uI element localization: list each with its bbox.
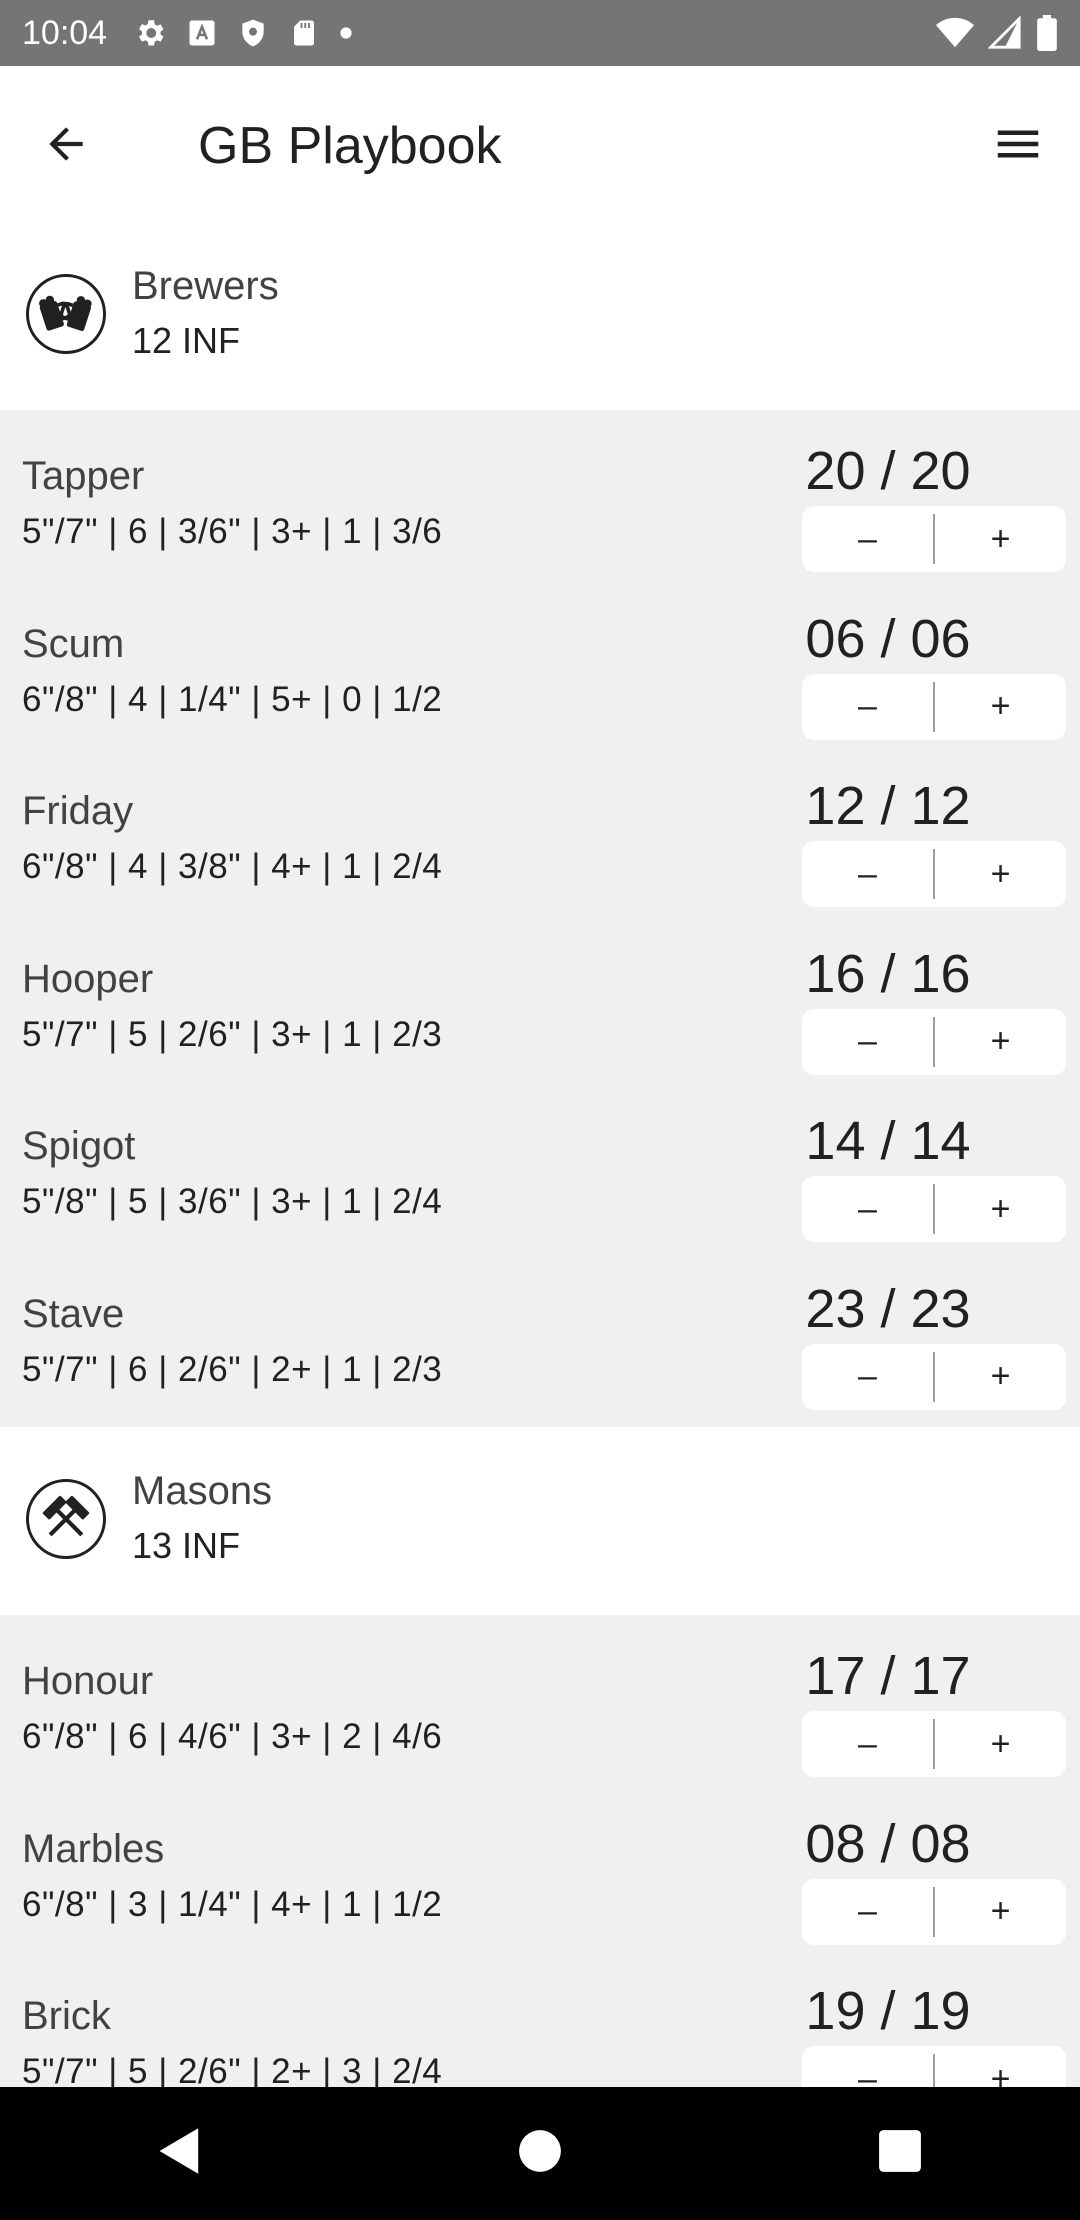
player-list-masons: Honour 6"/8" | 6 | 4/6" | 3+ | 2 | 4/6 1… [0,1615,1080,2087]
player-name: Tapper [22,454,145,498]
masons-hammers-icon [26,1479,106,1559]
team-header-masons: Masons 13 INF [0,1427,1080,1615]
increment-button[interactable]: + [935,1879,1066,1945]
dot-icon [339,26,353,40]
battery-icon [1036,15,1058,51]
hp-stepper: – + [802,1343,1066,1410]
increment-button[interactable]: + [935,2046,1066,2088]
hp-stepper: – + [802,506,1066,572]
nav-back-icon [157,2126,203,2181]
player-name: Hooper [22,956,154,1001]
decrement-button[interactable]: – [802,1879,933,1945]
player-row-marbles: Marbles 6"/8" | 3 | 1/4" | 4+ | 1 | 1/2 … [0,1793,1080,1961]
increment-button[interactable]: + [935,674,1066,740]
hp-counter: 08 / 08 [805,1813,971,1874]
player-row-hooper: Hooper 5"/7" | 5 | 2/6" | 3+ | 1 | 2/3 1… [0,923,1080,1091]
nav-home-button[interactable] [480,2104,600,2204]
player-stats: 5"/7" | 5 | 2/6" | 3+ | 1 | 2/3 [22,1014,443,1054]
nav-back-button[interactable] [120,2104,240,2204]
player-row-spigot: Spigot 5"/8" | 5 | 3/6" | 3+ | 1 | 2/4 1… [0,1090,1080,1258]
hp-counter: 06 / 06 [805,608,971,669]
player-row-honour: Honour 6"/8" | 6 | 4/6" | 3+ | 2 | 4/6 1… [0,1625,1080,1793]
hp-counter: 19 / 19 [805,1981,971,2041]
increment-button[interactable]: + [935,841,1066,907]
player-name: Honour [22,1659,154,1703]
decrement-button[interactable]: – [802,2046,933,2088]
team-header-brewers: Brewers 12 INF [0,222,1080,410]
player-row-friday: Friday 6"/8" | 4 | 3/8" | 4+ | 1 | 2/4 1… [0,755,1080,923]
wifi-icon [936,16,974,50]
decrement-button[interactable]: – [802,1711,933,1777]
arrow-back-icon [41,119,91,174]
hp-counter: 14 / 14 [805,1111,971,1171]
player-name: Spigot [22,1124,136,1168]
player-row-scum: Scum 6"/8" | 4 | 1/4" | 5+ | 0 | 1/2 06 … [0,588,1080,756]
decrement-button[interactable]: – [802,1176,933,1242]
hp-stepper: – + [802,1008,1066,1075]
brewers-mugs-icon [26,274,106,354]
sd-card-icon [289,16,319,50]
system-nav-bar [0,2087,1080,2220]
decrement-button[interactable]: – [802,1009,933,1075]
hp-stepper: – + [802,2046,1066,2087]
player-row-brick: Brick 5"/7" | 5 | 2/6" | 2+ | 3 | 2/4 19… [0,1960,1080,2087]
player-stats: 6"/8" | 3 | 1/4" | 4+ | 1 | 1/2 [22,1884,443,1924]
hp-stepper: – + [802,1176,1066,1242]
player-stats: 5"/7" | 5 | 2/6" | 2+ | 3 | 2/4 [22,2052,443,2087]
menu-button[interactable] [986,114,1050,178]
player-row-stave: Stave 5"/7" | 6 | 2/6" | 2+ | 1 | 2/3 23… [0,1258,1080,1426]
player-stats: 6"/8" | 4 | 3/8" | 4+ | 1 | 2/4 [22,847,443,886]
text-a-icon [187,18,217,48]
hamburger-menu-icon [991,117,1045,176]
back-button[interactable] [34,114,98,178]
team-name: Brewers [132,264,279,308]
player-row-tapper: Tapper 5"/7" | 6 | 3/6" | 3+ | 1 | 3/6 2… [0,420,1080,588]
hp-counter: 17 / 17 [805,1646,971,1706]
hp-counter: 16 / 16 [805,943,971,1004]
player-name: Brick [22,1994,111,2038]
team-influence: 12 INF [132,320,241,361]
app-title: GB Playbook [198,117,502,175]
hp-counter: 20 / 20 [805,441,971,501]
decrement-button[interactable]: – [802,674,933,740]
status-icons-left [133,16,353,50]
team-influence: 13 INF [132,1525,241,1566]
increment-button[interactable]: + [935,1344,1066,1410]
player-name: Stave [22,1291,125,1336]
nav-recents-icon [878,2129,922,2178]
player-stats: 5"/8" | 5 | 3/6" | 3+ | 1 | 2/4 [22,1182,443,1221]
increment-button[interactable]: + [935,1711,1066,1777]
increment-button[interactable]: + [935,1176,1066,1242]
app-bar: GB Playbook [0,66,1080,222]
increment-button[interactable]: + [935,1009,1066,1075]
nav-recents-button[interactable] [840,2104,960,2204]
shield-icon [237,16,269,50]
decrement-button[interactable]: – [802,506,933,572]
hp-stepper: – + [802,1878,1066,1945]
settings-icon [133,16,167,50]
player-name: Scum [22,621,125,666]
increment-button[interactable]: + [935,506,1066,572]
status-bar: 10:04 [0,0,1080,66]
status-icons-right [936,15,1058,51]
hp-stepper: – + [802,1711,1066,1777]
decrement-button[interactable]: – [802,1344,933,1410]
hp-counter: 12 / 12 [805,776,971,836]
player-list-brewers: Tapper 5"/7" | 6 | 3/6" | 3+ | 1 | 3/6 2… [0,410,1080,1427]
hp-stepper: – + [802,673,1066,740]
player-stats: 5"/7" | 6 | 3/6" | 3+ | 1 | 3/6 [22,512,443,551]
hp-stepper: – + [802,841,1066,907]
player-name: Marbles [22,1826,165,1871]
player-name: Friday [22,789,134,833]
decrement-button[interactable]: – [802,841,933,907]
player-stats: 6"/8" | 4 | 1/4" | 5+ | 0 | 1/2 [22,679,443,719]
nav-home-icon [518,2129,562,2178]
signal-icon [988,16,1022,50]
player-stats: 5"/7" | 6 | 2/6" | 2+ | 1 | 2/3 [22,1349,443,1389]
roster-content[interactable]: Brewers 12 INF Tapper 5"/7" | 6 | 3/6" |… [0,222,1080,2087]
team-name: Masons [132,1469,273,1513]
status-time: 10:04 [22,13,108,52]
player-stats: 6"/8" | 6 | 4/6" | 3+ | 2 | 4/6 [22,1717,443,1756]
hp-counter: 23 / 23 [805,1278,971,1339]
